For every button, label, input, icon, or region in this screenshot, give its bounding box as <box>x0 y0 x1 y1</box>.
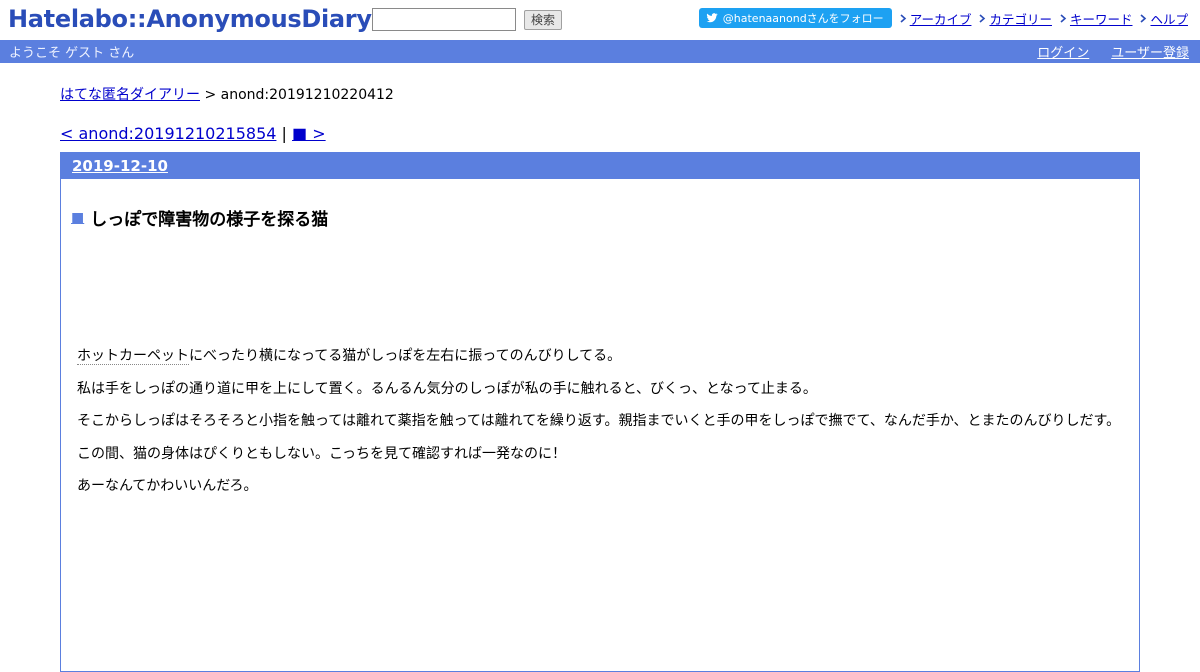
entry-paragraph: この間、猫の身体はぴくりともしない。こっちを見て確認すれば一発なのに！ <box>77 445 567 462</box>
nav-category[interactable]: カテゴリー <box>979 9 1052 28</box>
paragraph-rest: にべったり横になってる猫がしっぽを左右に振ってのんびりしてる。 <box>189 348 622 364</box>
entry-permalink[interactable]: ■ <box>71 210 84 226</box>
next-entry-link[interactable]: ■ > <box>292 124 326 143</box>
diary-day: 2019-12-10 ■ しっぽで障害物の様子を探る猫 ホットカーペットにべった… <box>60 152 1140 672</box>
entry-paragraph: 私は手をしっぽの通り道に甲を上にして置く。るんるん気分のしっぽが私の手に触れると… <box>77 380 817 397</box>
prev-entry-link[interactable]: < anond:20191210215854 <box>60 124 276 143</box>
nav-archive-link[interactable]: アーカイブ <box>910 9 972 28</box>
entry-title-text: しっぽで障害物の様子を探る猫 <box>90 210 329 230</box>
breadcrumb: はてな匿名ダイアリー > anond:20191210220412 <box>60 84 1140 104</box>
nav-help[interactable]: ヘルプ <box>1140 9 1188 28</box>
entry-paragraph: ホットカーペットにべったり横になってる猫がしっぽを左右に振ってのんびりしてる。 <box>77 347 1139 365</box>
keyword-link[interactable]: ホットカーペット <box>77 348 189 365</box>
welcome-text: ようこそ ゲスト さん <box>9 46 135 61</box>
breadcrumb-current: anond:20191210220412 <box>220 87 394 103</box>
search-input[interactable] <box>372 8 516 31</box>
breadcrumb-separator: > <box>204 87 217 103</box>
login-link[interactable]: ログイン <box>1037 42 1089 61</box>
nav-arrow-icon <box>979 13 986 23</box>
nav-arrow-icon <box>900 13 906 23</box>
day-header: 2019-12-10 <box>61 153 1139 179</box>
header-nav: @hatenaanondさんをフォロー アーカイブ カテゴリー キーワード ヘル… <box>698 8 1188 28</box>
main-content: はてな匿名ダイアリー > anond:20191210220412 < anon… <box>60 84 1140 672</box>
pager-separator: | <box>281 124 287 143</box>
signup-link[interactable]: ユーザー登録 <box>1111 42 1189 61</box>
entry-paragraph: あーなんてかわいいんだろ。 <box>77 478 258 494</box>
entry-paragraph: そこからしっぽはそろそろと小指を触っては離れて薬指を触っては離れてを繰り返す。親… <box>77 413 1121 429</box>
header: Hatelabo::AnonymousDiary 検索 @hatenaanond… <box>0 0 1200 40</box>
entry-pager: < anond:20191210215854 | ■ > <box>60 124 1140 143</box>
breadcrumb-root-link[interactable]: はてな匿名ダイアリー <box>60 87 200 103</box>
search-button[interactable]: 検索 <box>524 9 563 30</box>
entry-title: ■ しっぽで障害物の様子を探る猫 <box>71 205 1139 231</box>
nav-arrow-icon <box>1060 13 1067 23</box>
nav-help-link[interactable]: ヘルプ <box>1150 9 1188 28</box>
user-bar: ようこそ ゲスト さん ログイン ユーザー登録 <box>0 40 1200 63</box>
nav-keyword[interactable]: キーワード <box>1060 9 1133 28</box>
entry-body: ホットカーペットにべったり横になってる猫がしっぽを左右に振ってのんびりしてる。 … <box>77 347 1139 495</box>
twitter-follow-button[interactable]: @hatenaanondさんをフォロー <box>698 8 892 28</box>
search-form: 検索 <box>372 8 563 31</box>
entry-date-link[interactable]: 2019-12-10 <box>72 157 168 175</box>
nav-keyword-link[interactable]: キーワード <box>1070 9 1133 28</box>
nav-archive[interactable]: アーカイブ <box>900 9 972 28</box>
twitter-follow-label: @hatenaanondさんをフォロー <box>722 12 884 25</box>
twitter-bird-icon <box>706 13 718 23</box>
nav-category-link[interactable]: カテゴリー <box>989 9 1052 28</box>
nav-arrow-icon <box>1140 13 1147 23</box>
site-logo[interactable]: Hatelabo::AnonymousDiary <box>8 5 372 33</box>
